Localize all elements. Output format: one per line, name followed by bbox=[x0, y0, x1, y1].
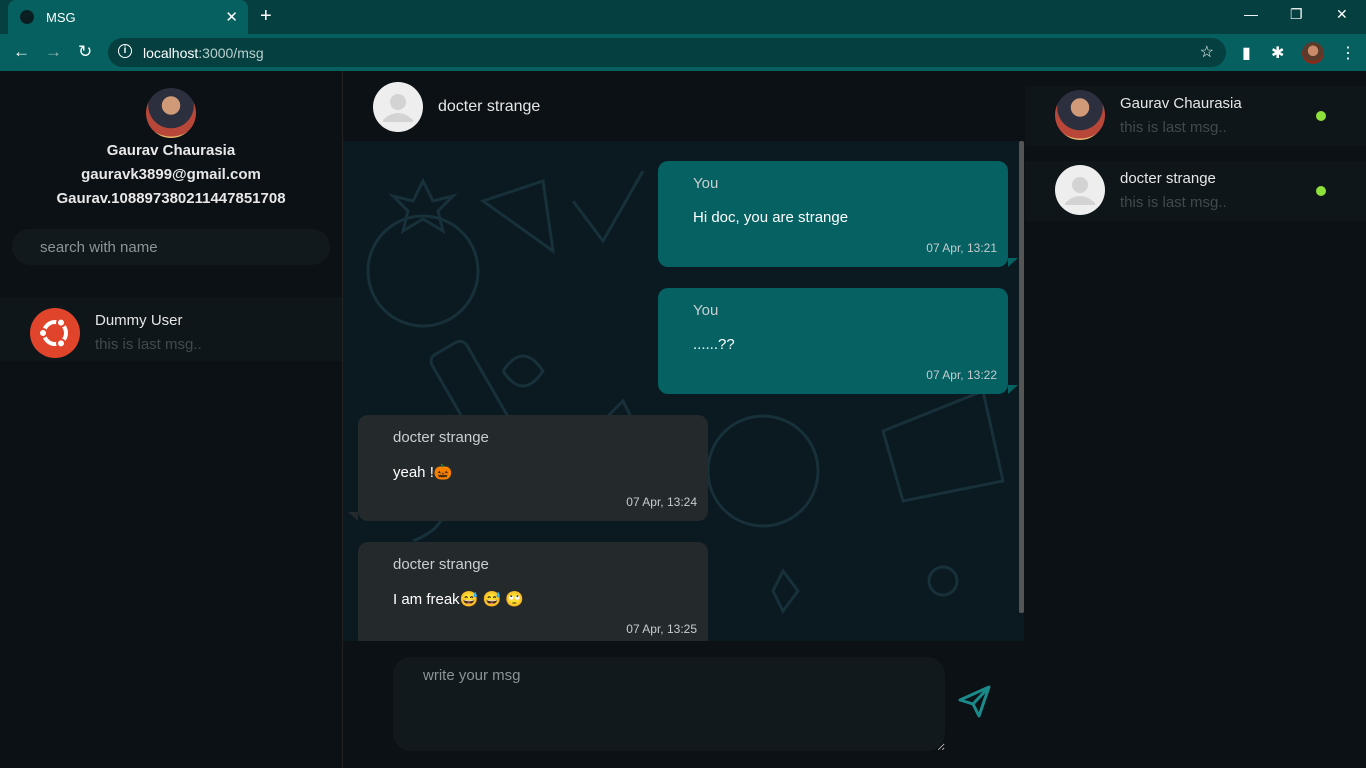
message-text: Hi doc, you are strange bbox=[693, 209, 849, 226]
online-users-panel: Gaurav Chaurasia this is last msg.. doct… bbox=[1025, 71, 1366, 768]
message-text: yeah !🎃 bbox=[393, 464, 453, 481]
message-time: 07 Apr, 13:21 bbox=[926, 241, 997, 255]
message-composer bbox=[343, 641, 1024, 768]
browser-profile-avatar[interactable] bbox=[1302, 42, 1324, 64]
online-user-name: Gaurav Chaurasia bbox=[1120, 95, 1242, 112]
extension-icon[interactable]: ▮ bbox=[1242, 43, 1251, 63]
message-text: ......?? bbox=[693, 336, 735, 353]
browser-toolbar: ← → ↻ i localhost:3000/msg ☆ ▮ ✱ ⋮ bbox=[0, 34, 1366, 71]
messenger-app: Gaurav Chaurasia gauravk3899@gmail.com G… bbox=[0, 71, 1366, 768]
message-time: 07 Apr, 13:24 bbox=[626, 495, 697, 509]
restore-button[interactable]: ❐ bbox=[1290, 6, 1303, 23]
contact-last-message: this is last msg.. bbox=[95, 336, 202, 353]
online-user-item[interactable]: Gaurav Chaurasia this is last msg.. bbox=[1025, 86, 1366, 146]
message-time: 07 Apr, 13:25 bbox=[626, 622, 697, 636]
kebab-menu-icon[interactable]: ⋮ bbox=[1340, 43, 1356, 63]
online-user-avatar bbox=[1055, 90, 1105, 140]
contact-list-item[interactable]: Dummy User this is last msg.. bbox=[0, 297, 342, 361]
online-status-dot bbox=[1316, 111, 1326, 121]
ubuntu-logo-icon bbox=[30, 308, 80, 358]
message-bubble-outgoing[interactable]: You Hi doc, you are strange 07 Apr, 13:2… bbox=[658, 161, 1008, 267]
browser-tab-bar: MSG ✕ + — ❐ ✕ bbox=[0, 0, 1366, 34]
tab-close-icon[interactable]: ✕ bbox=[225, 8, 238, 26]
message-sender: docter strange bbox=[393, 556, 489, 573]
message-time: 07 Apr, 13:22 bbox=[926, 368, 997, 382]
message-sender: docter strange bbox=[393, 429, 489, 446]
forward-arrow-icon[interactable]: → bbox=[45, 42, 62, 62]
message-bubble-incoming[interactable]: docter strange yeah !🎃 07 Apr, 13:24 bbox=[358, 415, 708, 521]
message-input[interactable] bbox=[393, 657, 945, 751]
chat-header: docter strange bbox=[343, 71, 1024, 141]
user-email: gauravk3899@gmail.com bbox=[81, 166, 261, 183]
site-info-icon[interactable]: i bbox=[118, 44, 132, 58]
bubble-tail bbox=[1008, 258, 1018, 267]
tab-title: MSG bbox=[46, 9, 76, 25]
message-text: I am freak😅 😅 🙄 bbox=[393, 591, 525, 608]
address-bar[interactable]: i localhost:3000/msg ☆ bbox=[108, 38, 1226, 67]
puzzle-extensions-icon[interactable]: ✱ bbox=[1271, 43, 1284, 63]
online-status-dot bbox=[1316, 186, 1326, 196]
bubble-tail bbox=[1008, 385, 1018, 394]
online-user-last-message: this is last msg.. bbox=[1120, 194, 1227, 211]
reload-icon[interactable]: ↻ bbox=[78, 42, 92, 62]
default-avatar-icon bbox=[1055, 165, 1105, 215]
message-list[interactable]: You Hi doc, you are strange 07 Apr, 13:2… bbox=[343, 141, 1024, 641]
new-tab-button[interactable]: + bbox=[260, 5, 272, 28]
url-text: localhost:3000/msg bbox=[143, 45, 264, 61]
user-avatar bbox=[146, 88, 196, 138]
message-sender: You bbox=[693, 302, 719, 319]
contact-name: Dummy User bbox=[95, 312, 183, 329]
back-arrow-icon[interactable]: ← bbox=[13, 42, 30, 62]
default-avatar-icon bbox=[373, 82, 423, 132]
left-sidebar: Gaurav Chaurasia gauravk3899@gmail.com G… bbox=[0, 71, 343, 768]
message-bubble-outgoing[interactable]: You ......?? 07 Apr, 13:22 bbox=[658, 288, 1008, 394]
browser-tab[interactable]: MSG ✕ bbox=[8, 0, 248, 34]
online-user-name: docter strange bbox=[1120, 170, 1216, 187]
bookmark-star-icon[interactable]: ☆ bbox=[1200, 42, 1214, 62]
bubble-tail bbox=[348, 512, 358, 521]
app-favicon-icon bbox=[20, 10, 34, 24]
user-id: Gaurav.108897380211447851708 bbox=[56, 190, 286, 207]
user-name: Gaurav Chaurasia bbox=[106, 142, 236, 159]
message-bubble-incoming[interactable]: docter strange I am freak😅 😅 🙄 07 Apr, 1… bbox=[358, 542, 708, 641]
chat-panel: docter strange You Hi doc, you are stran… bbox=[343, 71, 1024, 768]
search-input[interactable] bbox=[12, 229, 330, 265]
message-scrollbar[interactable] bbox=[1019, 141, 1024, 613]
message-sender: You bbox=[693, 175, 719, 192]
online-user-item[interactable]: docter strange this is last msg.. bbox=[1025, 161, 1366, 221]
chat-contact-name: docter strange bbox=[438, 98, 541, 115]
window-close-button[interactable]: ✕ bbox=[1336, 6, 1348, 23]
minimize-button[interactable]: — bbox=[1244, 6, 1258, 22]
online-user-last-message: this is last msg.. bbox=[1120, 119, 1227, 136]
send-icon[interactable] bbox=[957, 683, 993, 719]
